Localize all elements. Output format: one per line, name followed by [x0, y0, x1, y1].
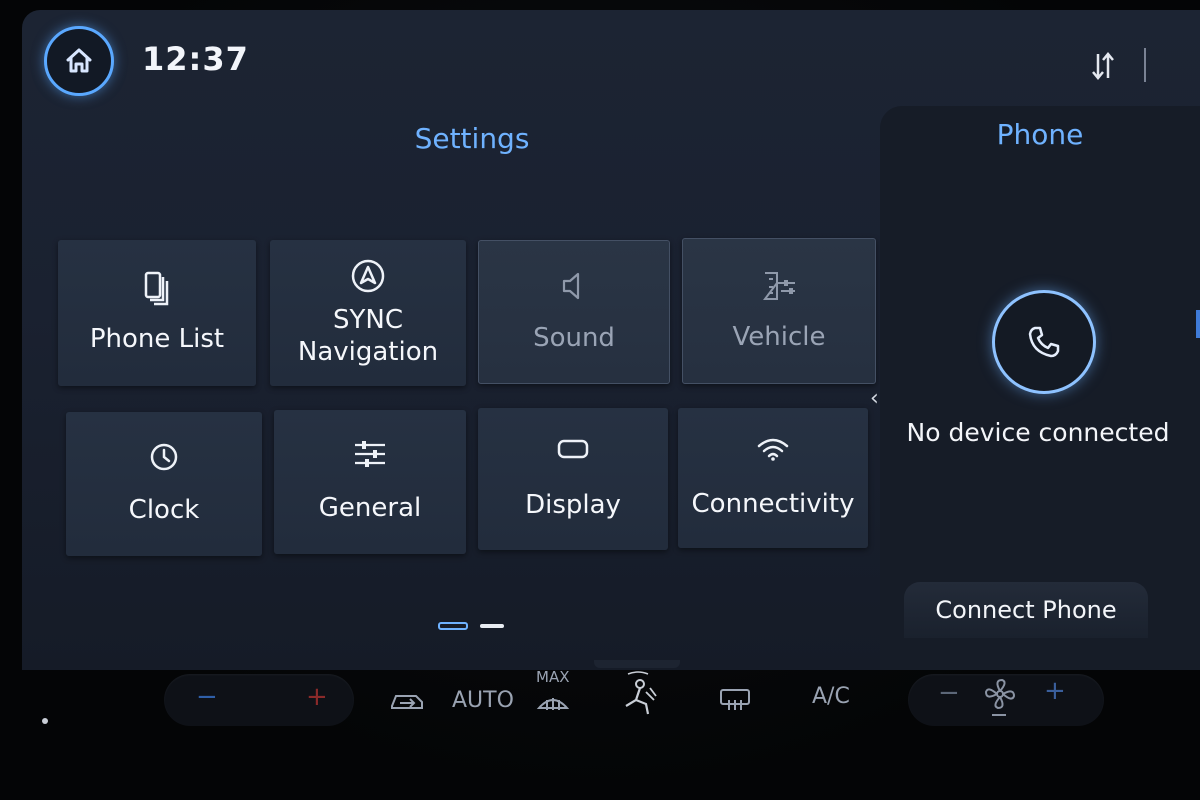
display-screen: 12:37 Settings Phone List SYNC Navigatio… [22, 10, 1200, 670]
tile-vehicle[interactable]: Vehicle [682, 238, 876, 384]
tile-sound[interactable]: Sound [478, 240, 670, 384]
right-edge-marker [1196, 310, 1200, 338]
home-icon [66, 48, 92, 73]
rear-defrost-icon[interactable] [718, 686, 752, 714]
tile-display[interactable]: Display [478, 408, 668, 550]
connect-phone-button[interactable]: Connect Phone [904, 582, 1148, 638]
clock-display: 12:37 [142, 40, 249, 78]
call-button[interactable] [992, 290, 1096, 394]
tile-sync-navigation[interactable]: SYNC Navigation [270, 240, 466, 386]
auto-climate-button[interactable]: AUTO [452, 688, 514, 713]
max-defrost-icon[interactable] [536, 688, 570, 714]
phone-list-icon [144, 271, 169, 306]
settings-title: Settings [414, 122, 530, 155]
wifi-icon [757, 438, 789, 461]
page-indicator-active [438, 622, 468, 630]
data-transfer-icon [1092, 52, 1114, 80]
phone-panel: Phone No device connected Connect Phone [880, 106, 1200, 670]
fan-icon [984, 678, 1016, 710]
tile-connectivity[interactable]: Connectivity [678, 408, 868, 548]
tile-phone-list[interactable]: Phone List [58, 240, 256, 386]
fan-speed-up-button[interactable]: + [1044, 676, 1066, 706]
page-indicator-dot [480, 624, 504, 628]
panel-collapse-chevron[interactable]: ‹ [870, 386, 879, 411]
driver-temp-up-button[interactable]: + [306, 682, 328, 712]
speaker-icon [562, 272, 580, 300]
home-button[interactable] [44, 26, 114, 96]
sliders-icon [355, 441, 385, 467]
tile-label: Sound [533, 323, 615, 353]
recirculation-icon[interactable] [388, 688, 428, 714]
screen-notch [594, 660, 680, 668]
tile-label: Phone List [89, 324, 225, 354]
climate-control-bar: − + AUTO MAX A/C − + [50, 668, 1200, 738]
tile-label: General [318, 493, 422, 523]
navigation-icon [351, 259, 385, 293]
tile-label: Display [525, 490, 621, 520]
status-divider [1144, 48, 1146, 82]
ambient-light-sensor [42, 718, 48, 724]
tile-label: Connectivity [691, 489, 855, 519]
tile-clock[interactable]: Clock [66, 412, 262, 556]
fan-speed-down-button[interactable]: − [938, 678, 960, 708]
display-icon [557, 439, 589, 459]
tile-general[interactable]: General [274, 410, 466, 554]
fan-level-indicator [992, 714, 1006, 716]
tile-label: Vehicle [732, 322, 826, 352]
phone-panel-title: Phone [996, 118, 1084, 151]
tile-label: Clock [128, 495, 200, 525]
tile-label: SYNC Navigation [297, 305, 439, 367]
ac-button[interactable]: A/C [812, 684, 850, 709]
clock-icon [150, 443, 178, 471]
phone-status-text: No device connected [906, 418, 1170, 447]
max-defrost-label: MAX [536, 668, 570, 686]
page-indicator[interactable] [438, 622, 518, 632]
vehicle-icon [763, 272, 795, 300]
phone-icon [1028, 326, 1060, 358]
airflow-mode-icon[interactable] [616, 670, 660, 722]
driver-temp-down-button[interactable]: − [196, 682, 218, 712]
